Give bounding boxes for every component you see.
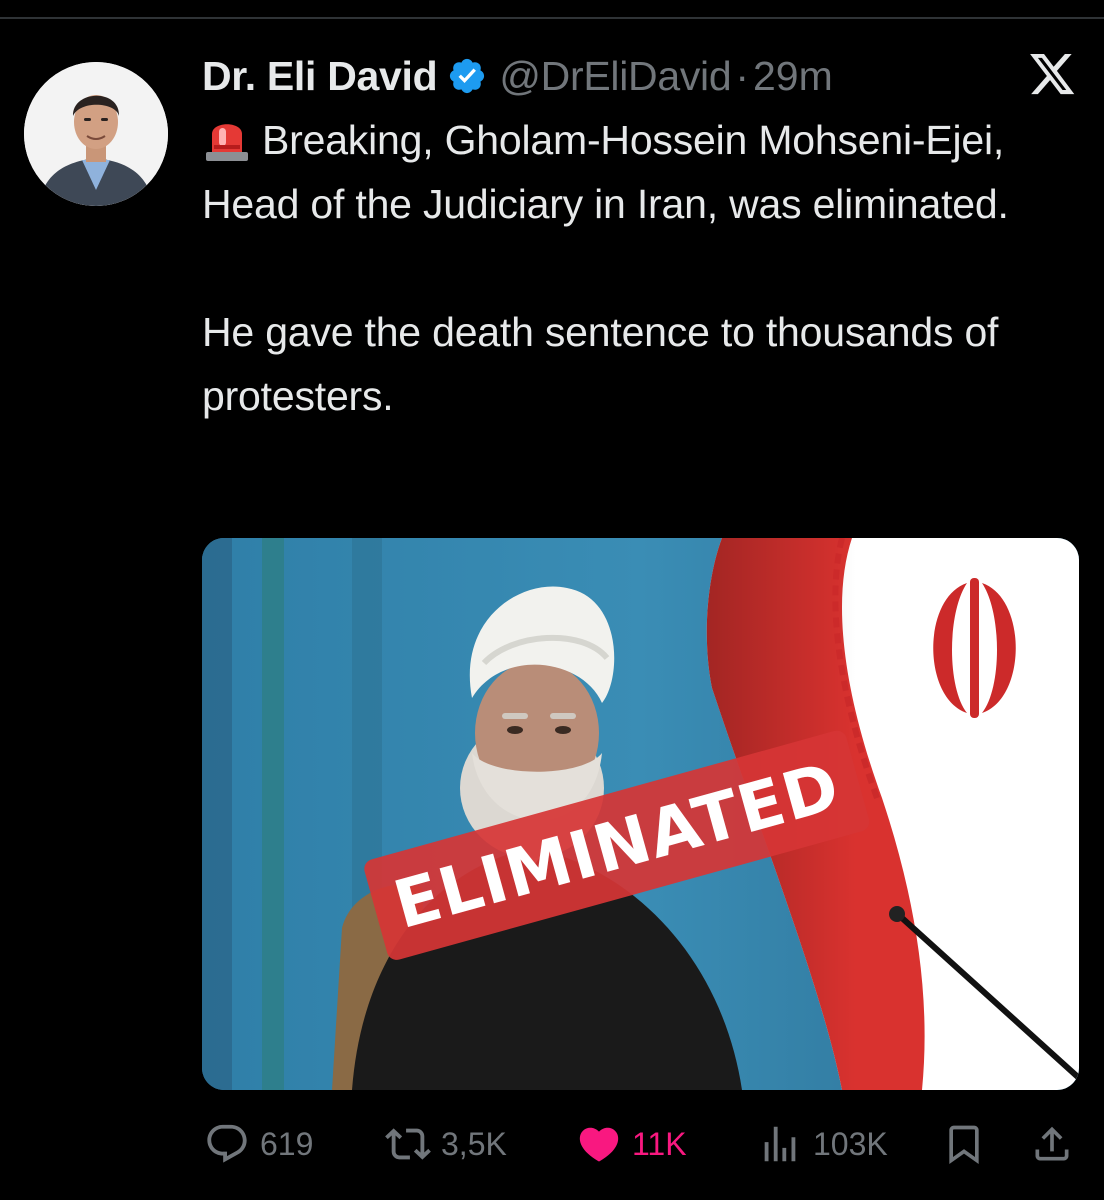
repost-count: 3,5K: [441, 1125, 507, 1162]
share-icon: [1030, 1122, 1074, 1166]
like-button[interactable]: 11K: [576, 1112, 687, 1176]
views-count: 103K: [813, 1125, 888, 1162]
user-handle[interactable]: @DrEliDavid: [499, 53, 731, 100]
separator-dot: ·: [735, 52, 749, 99]
display-name[interactable]: Dr. Eli David: [202, 53, 438, 100]
timestamp[interactable]: 29m: [753, 53, 833, 100]
views-chart-icon: [757, 1121, 803, 1167]
bookmark-button[interactable]: [942, 1112, 986, 1176]
tweet-text: Breaking, Gholam-Hossein Mohseni-Ejei, H…: [202, 108, 1087, 428]
tweet-text-paragraph-2: He gave the death sentence to thousands …: [202, 309, 999, 419]
reply-button[interactable]: 619: [204, 1112, 313, 1176]
action-bar: 619 3,5K 11K 103K: [0, 1112, 1104, 1176]
views-button[interactable]: 103K: [757, 1112, 888, 1176]
siren-emoji-icon: [202, 112, 252, 162]
verified-badge-icon: [447, 56, 487, 96]
avatar[interactable]: [24, 62, 168, 206]
repost-button[interactable]: 3,5K: [385, 1112, 507, 1176]
reply-icon: [204, 1121, 250, 1167]
reply-count: 619: [260, 1125, 314, 1162]
like-count: 11K: [632, 1125, 687, 1162]
share-button[interactable]: [1030, 1112, 1074, 1176]
divider: [0, 17, 1104, 19]
heart-icon: [576, 1121, 622, 1167]
repost-icon: [385, 1121, 431, 1167]
tweet-screen: Dr. Eli David @DrEliDavid · 29m Breaking…: [0, 0, 1104, 1200]
x-logo-icon: [1030, 54, 1076, 96]
bookmark-icon: [942, 1122, 986, 1166]
tweet-text-paragraph-1: Breaking, Gholam-Hossein Mohseni-Ejei, H…: [202, 108, 1087, 236]
tweet-text-line-1: Breaking, Gholam-Hossein Mohseni-Ejei, H…: [202, 117, 1009, 227]
tweet-header: Dr. Eli David @DrEliDavid · 29m: [202, 46, 833, 106]
